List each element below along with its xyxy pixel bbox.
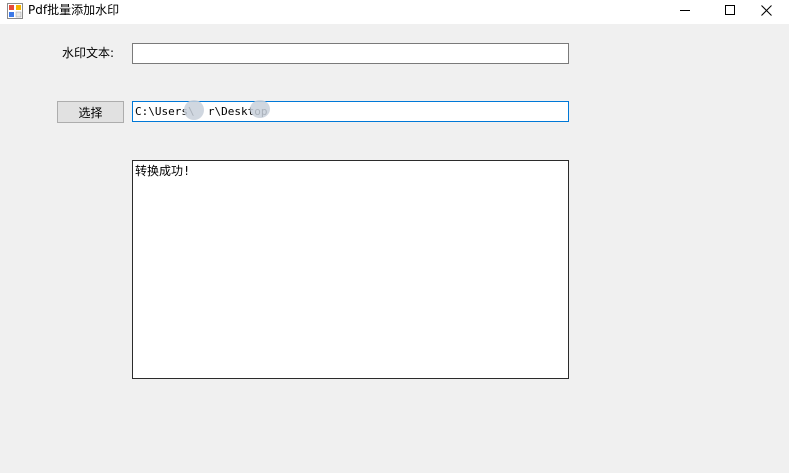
output-textarea[interactable]: 转换成功! — [132, 160, 569, 379]
maximize-icon — [725, 5, 735, 15]
window-title: Pdf批量添加水印 — [28, 3, 120, 17]
close-icon — [760, 4, 772, 16]
redaction-blob — [250, 100, 270, 118]
minimize-icon — [680, 5, 690, 15]
close-button[interactable] — [743, 0, 789, 20]
app-icon — [7, 3, 23, 19]
select-button[interactable]: 选择 — [57, 101, 124, 123]
title-bar: Pdf批量添加水印 — [0, 0, 789, 24]
minimize-button[interactable] — [662, 0, 708, 20]
redaction-blob — [184, 100, 204, 120]
watermark-label: 水印文本: — [62, 46, 115, 60]
watermark-text-input[interactable] — [132, 43, 569, 64]
